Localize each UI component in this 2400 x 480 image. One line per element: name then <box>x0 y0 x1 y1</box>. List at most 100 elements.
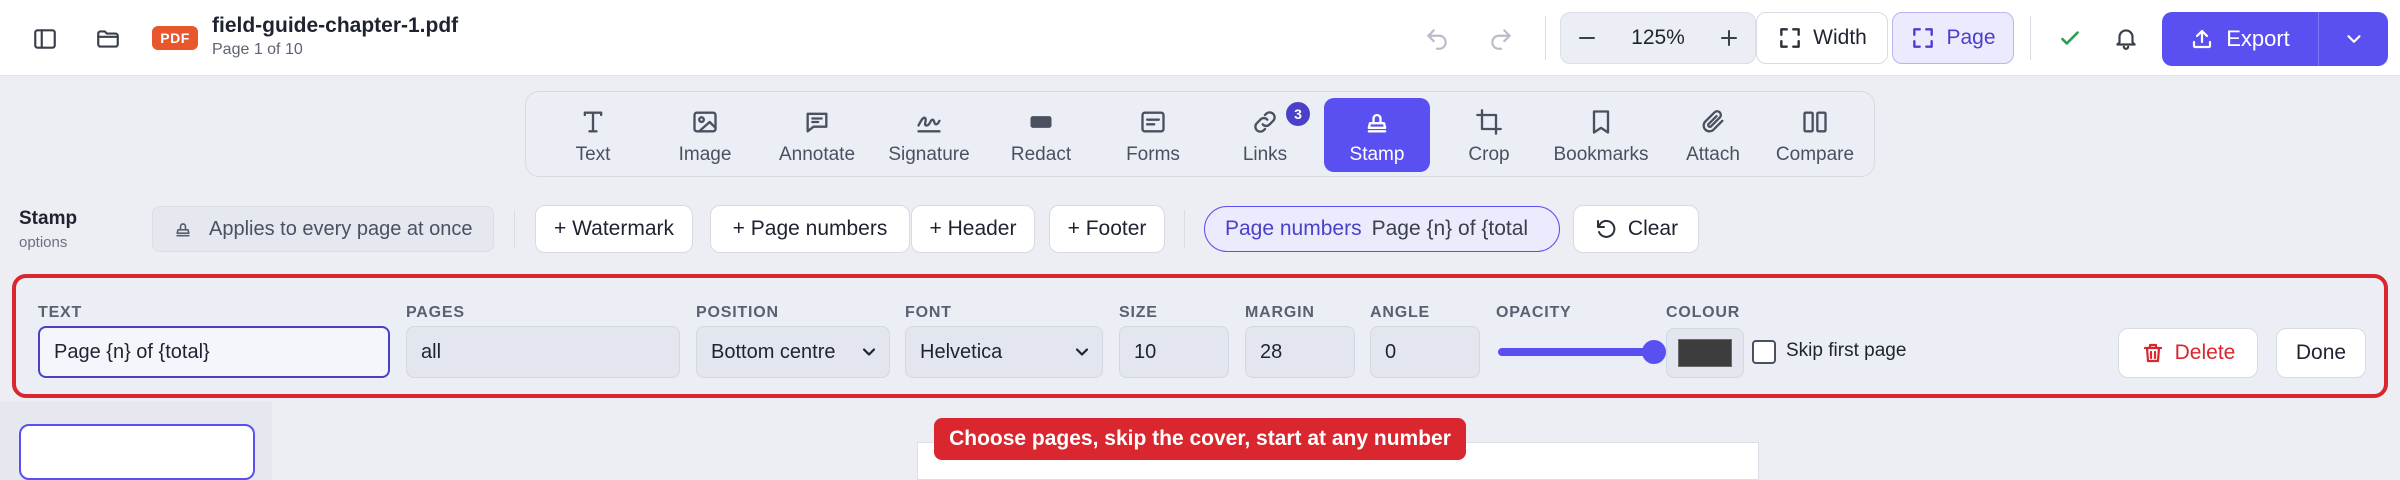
active-stamp-chip[interactable]: Page numbers Page {n} of {total <box>1204 206 1560 252</box>
chevron-down-icon <box>862 348 876 356</box>
upload-icon <box>2193 29 2212 49</box>
tool-attach[interactable]: Attach <box>1660 98 1766 172</box>
reset-icon <box>1596 219 1616 238</box>
skip-first-page-checkbox[interactable] <box>1752 340 1776 364</box>
form-icon <box>1141 111 1165 133</box>
fit-width-label: Width <box>1813 26 1867 49</box>
file-type-badge: PDF <box>152 26 198 50</box>
add-header-button[interactable]: + Header <box>911 205 1035 253</box>
stamp-text-input[interactable]: Page {n} of {total} <box>38 326 390 378</box>
font-field-label: FONT <box>905 304 952 321</box>
tool-label: Image <box>678 144 732 165</box>
fit-page-button[interactable]: Page <box>1892 12 2014 64</box>
link-icon <box>1254 111 1276 133</box>
done-button[interactable]: Done <box>2276 328 2366 378</box>
pages-input[interactable]: all <box>406 326 680 378</box>
opacity-slider-thumb[interactable] <box>1642 340 1666 364</box>
folder-open-icon[interactable] <box>93 24 123 54</box>
tool-label: Stamp <box>1349 144 1405 165</box>
options-title: Stamp <box>19 208 78 229</box>
export-menu-button[interactable] <box>2319 12 2388 66</box>
add-page-numbers-button[interactable]: + Page numbers <box>710 205 910 253</box>
tool-label: Text <box>575 144 611 165</box>
tool-label: Bookmarks <box>1553 144 1649 165</box>
opacity-slider-track[interactable] <box>1498 348 1654 356</box>
options-divider <box>514 210 515 248</box>
plus-icon <box>1721 30 1737 46</box>
tool-image[interactable]: Image <box>652 98 758 172</box>
delete-label: Delete <box>2174 341 2236 364</box>
tool-label: Annotate <box>778 144 856 165</box>
clear-label: Clear <box>1627 217 1679 240</box>
colour-field-label: COLOUR <box>1666 304 1741 321</box>
minus-icon <box>1579 37 1595 39</box>
chevron-down-icon <box>1075 348 1089 356</box>
colour-picker[interactable] <box>1666 328 1744 378</box>
position-select[interactable]: Bottom centre <box>696 326 890 378</box>
position-field-label: POSITION <box>696 304 779 321</box>
bell-icon[interactable] <box>2110 22 2142 54</box>
page-indicator: Page 1 of 10 <box>212 41 303 58</box>
size-input[interactable]: 10 <box>1119 326 1229 378</box>
tool-label: Signature <box>888 144 970 165</box>
tool-crop[interactable]: Crop <box>1436 98 1542 172</box>
text-field-label: TEXT <box>38 304 83 321</box>
angle-input[interactable]: 0 <box>1370 326 1480 378</box>
tool-label: Crop <box>1468 144 1510 165</box>
trash-icon <box>2143 343 2162 363</box>
redact-icon <box>1030 116 1052 128</box>
tool-compare[interactable]: Compare <box>1762 98 1868 172</box>
stamp-settings-panel: TEXT Page {n} of {total} PAGES all POSIT… <box>12 274 2388 398</box>
zoom-level: 125% <box>1631 26 1685 49</box>
zoom-control: 125% <box>1560 12 1756 64</box>
colour-swatch <box>1678 339 1732 367</box>
add-watermark-button[interactable]: + Watermark <box>535 205 693 253</box>
angle-field-label: ANGLE <box>1370 304 1430 321</box>
tool-palette: Text Image Annotate Signature Redact For… <box>525 91 1875 177</box>
crop-icon <box>1476 109 1502 135</box>
add-footer-button[interactable]: + Footer <box>1049 205 1165 253</box>
options-divider <box>1184 210 1185 248</box>
tool-label: Forms <box>1126 144 1180 165</box>
fit-width-button[interactable]: Width <box>1756 12 1888 64</box>
tool-forms[interactable]: Forms <box>1100 98 1206 172</box>
font-select[interactable]: Helvetica <box>905 326 1103 378</box>
tool-signature[interactable]: Signature <box>876 98 982 172</box>
app-header: PDF field-guide-chapter-1.pdf Page 1 of … <box>0 0 2400 76</box>
export-label: Export <box>2226 26 2290 51</box>
margin-field-label: MARGIN <box>1245 304 1315 321</box>
tool-label: Redact <box>1010 144 1072 165</box>
applies-hint: Applies to every page at once <box>152 206 494 252</box>
margin-input[interactable]: 28 <box>1245 326 1355 378</box>
expand-icon <box>1780 28 1801 48</box>
font-value: Helvetica <box>920 340 1003 363</box>
active-stamp-text: Page {n} of {total <box>1371 217 1529 240</box>
signature-icon <box>917 116 941 133</box>
export-button: Export <box>2162 12 2388 66</box>
zoom-in-button[interactable] <box>1703 13 1755 63</box>
chevron-down-icon <box>2346 35 2361 43</box>
tool-annotate[interactable]: Annotate <box>764 98 870 172</box>
options-subtitle: options <box>19 234 68 251</box>
fit-page-label: Page <box>1946 26 1996 49</box>
redo-icon[interactable] <box>1484 22 1518 56</box>
tool-links[interactable]: Links 3 <box>1212 98 1318 172</box>
sidebar-toggle-icon[interactable] <box>30 24 60 54</box>
export-main-button[interactable]: Export <box>2162 12 2318 66</box>
header-divider <box>1545 16 1546 60</box>
tool-bookmarks[interactable]: Bookmarks <box>1548 98 1654 172</box>
tool-stamp[interactable]: Stamp <box>1324 98 1430 172</box>
tool-redact[interactable]: Redact <box>988 98 1094 172</box>
comment-icon <box>806 112 828 133</box>
links-count-badge: 3 <box>1286 102 1310 126</box>
active-stamp-type: Page numbers <box>1225 217 1362 240</box>
compare-icon <box>1803 111 1827 133</box>
position-value: Bottom centre <box>711 340 836 363</box>
text-icon <box>583 111 603 133</box>
undo-icon[interactable] <box>1420 22 1454 56</box>
delete-button[interactable]: Delete <box>2118 328 2258 378</box>
page-thumbnail[interactable] <box>19 424 255 480</box>
tool-text[interactable]: Text <box>540 98 646 172</box>
zoom-out-button[interactable] <box>1561 13 1613 63</box>
clear-button[interactable]: Clear <box>1573 205 1699 253</box>
